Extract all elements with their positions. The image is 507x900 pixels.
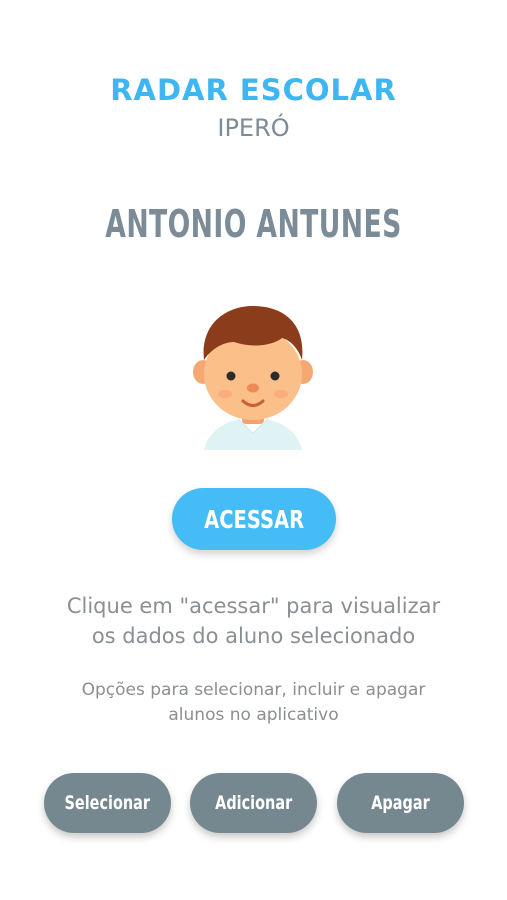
- student-name: ANTONIO ANTUNES: [105, 202, 402, 246]
- options-hint-text: Opções para selecionar, incluir e apagar…: [20, 678, 487, 728]
- select-button[interactable]: Selecionar: [44, 773, 171, 833]
- select-button-label: Selecionar: [64, 792, 151, 814]
- app-title: RADAR ESCOLAR: [110, 73, 397, 107]
- action-buttons: Selecionar Adicionar Apagar: [0, 773, 507, 835]
- access-hint-line1: Clique em "acessar" para visualizar: [66, 594, 441, 618]
- delete-button[interactable]: Apagar: [337, 773, 464, 833]
- options-hint-line1: Opções para selecionar, incluir e apagar: [81, 680, 426, 700]
- access-hint-line2: os dados do aluno selecionado: [91, 624, 416, 648]
- app-subtitle: IPERÓ: [217, 114, 290, 142]
- add-button-label: Adicionar: [214, 792, 293, 814]
- access-hint-text: Clique em "acessar" para visualizar os d…: [20, 591, 487, 651]
- access-button-label: ACESSAR: [203, 504, 305, 534]
- access-button[interactable]: ACESSAR: [172, 488, 336, 550]
- add-button[interactable]: Adicionar: [190, 773, 317, 833]
- delete-button-label: Apagar: [371, 792, 430, 814]
- boy-avatar-icon: [190, 302, 316, 454]
- options-hint-line2: alunos no aplicativo: [168, 705, 339, 725]
